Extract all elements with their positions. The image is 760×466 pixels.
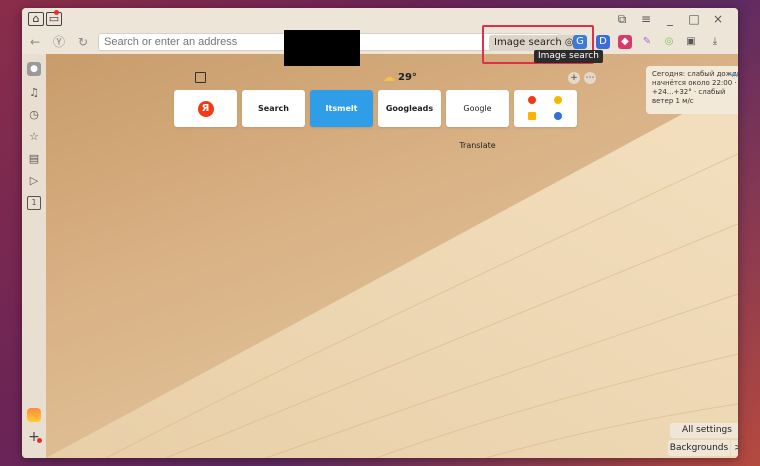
pen-icon[interactable]: ✎: [640, 35, 654, 49]
yandex-logo-icon: Я: [197, 100, 214, 117]
check-mini-icon: [554, 96, 562, 104]
tile-itsmelt[interactable]: Itsmelt: [310, 90, 373, 127]
star-icon[interactable]: ☆: [27, 130, 41, 144]
weather-cloud-icon: ☁: [383, 70, 395, 84]
tabs-icon[interactable]: ⧉: [614, 11, 630, 27]
play-icon[interactable]: ▷: [27, 174, 41, 188]
add-tile-button[interactable]: +: [568, 72, 580, 84]
clock-icon[interactable]: ◷: [27, 108, 41, 122]
tile-yandex[interactable]: Я: [174, 90, 237, 127]
tab-strip: ⌂ ▭ ⧉ ≡ _ □ ×: [22, 8, 738, 30]
notes-icon[interactable]: ▤: [27, 152, 41, 166]
rain-icon: ☂: [730, 72, 738, 82]
yandex-mini-icon: [528, 96, 536, 104]
translate-icon[interactable]: G: [573, 35, 587, 49]
color-picker-icon[interactable]: ◎: [662, 35, 676, 49]
avatar[interactable]: ●: [27, 62, 41, 76]
download-icon[interactable]: ⤓: [708, 35, 722, 49]
chevron-right-icon[interactable]: >: [731, 440, 738, 456]
bell-icon[interactable]: ♫: [27, 86, 41, 100]
tile-googleads[interactable]: Googleads: [378, 90, 441, 127]
menu-button[interactable]: ≡: [638, 11, 654, 27]
weather-temperature[interactable]: 29°: [398, 72, 417, 83]
shield-icon[interactable]: ◆: [618, 35, 632, 49]
image-search-tooltip: Image search: [534, 50, 603, 63]
add-notification-dot: [37, 438, 42, 443]
weather-forecast-card[interactable]: Сегодня: слабый дождь начнётся около 22:…: [646, 66, 738, 114]
yandex-id-icon[interactable]: Ⓨ: [50, 33, 68, 51]
close-button[interactable]: ×: [710, 11, 726, 27]
calendar-icon[interactable]: [195, 72, 206, 83]
image-search-button[interactable]: Image search ◎: [489, 35, 579, 51]
browser-window: ⌂ ▭ ⧉ ≡ _ □ × ← Ⓨ ↻ Image search ◎ Image…: [22, 8, 738, 458]
minimize-button[interactable]: _: [662, 11, 678, 27]
weather-forecast-text: Сегодня: слабый дождь начнётся около 22:…: [652, 70, 738, 105]
more-options-button[interactable]: ⋯: [584, 72, 596, 84]
dashlane-icon[interactable]: D: [596, 35, 610, 49]
back-arrow-icon[interactable]: ←: [26, 33, 44, 51]
all-settings-button[interactable]: All settings: [670, 423, 738, 438]
maximize-button[interactable]: □: [686, 11, 702, 27]
counter-badge[interactable]: 1: [27, 196, 41, 210]
backgrounds-button[interactable]: Backgrounds: [668, 440, 730, 456]
mail-mini-icon: [528, 112, 536, 120]
home-tab-icon[interactable]: ⌂: [28, 12, 44, 26]
gift-icon[interactable]: ▣: [684, 35, 698, 49]
tile-search[interactable]: Search: [242, 90, 305, 127]
alice-assistant-icon[interactable]: [27, 408, 41, 422]
done-mini-icon: [554, 112, 562, 120]
notification-dot: [54, 10, 59, 15]
tile-google-translate[interactable]: Google Translate: [446, 90, 509, 150]
sidebar: ● ♫ ◷ ☆ ▤ ▷ 1 +: [22, 54, 47, 458]
tile-group[interactable]: [514, 90, 577, 127]
redacted-area: [284, 30, 360, 66]
image-search-label: Image search: [494, 37, 562, 48]
reload-icon[interactable]: ↻: [74, 33, 92, 51]
